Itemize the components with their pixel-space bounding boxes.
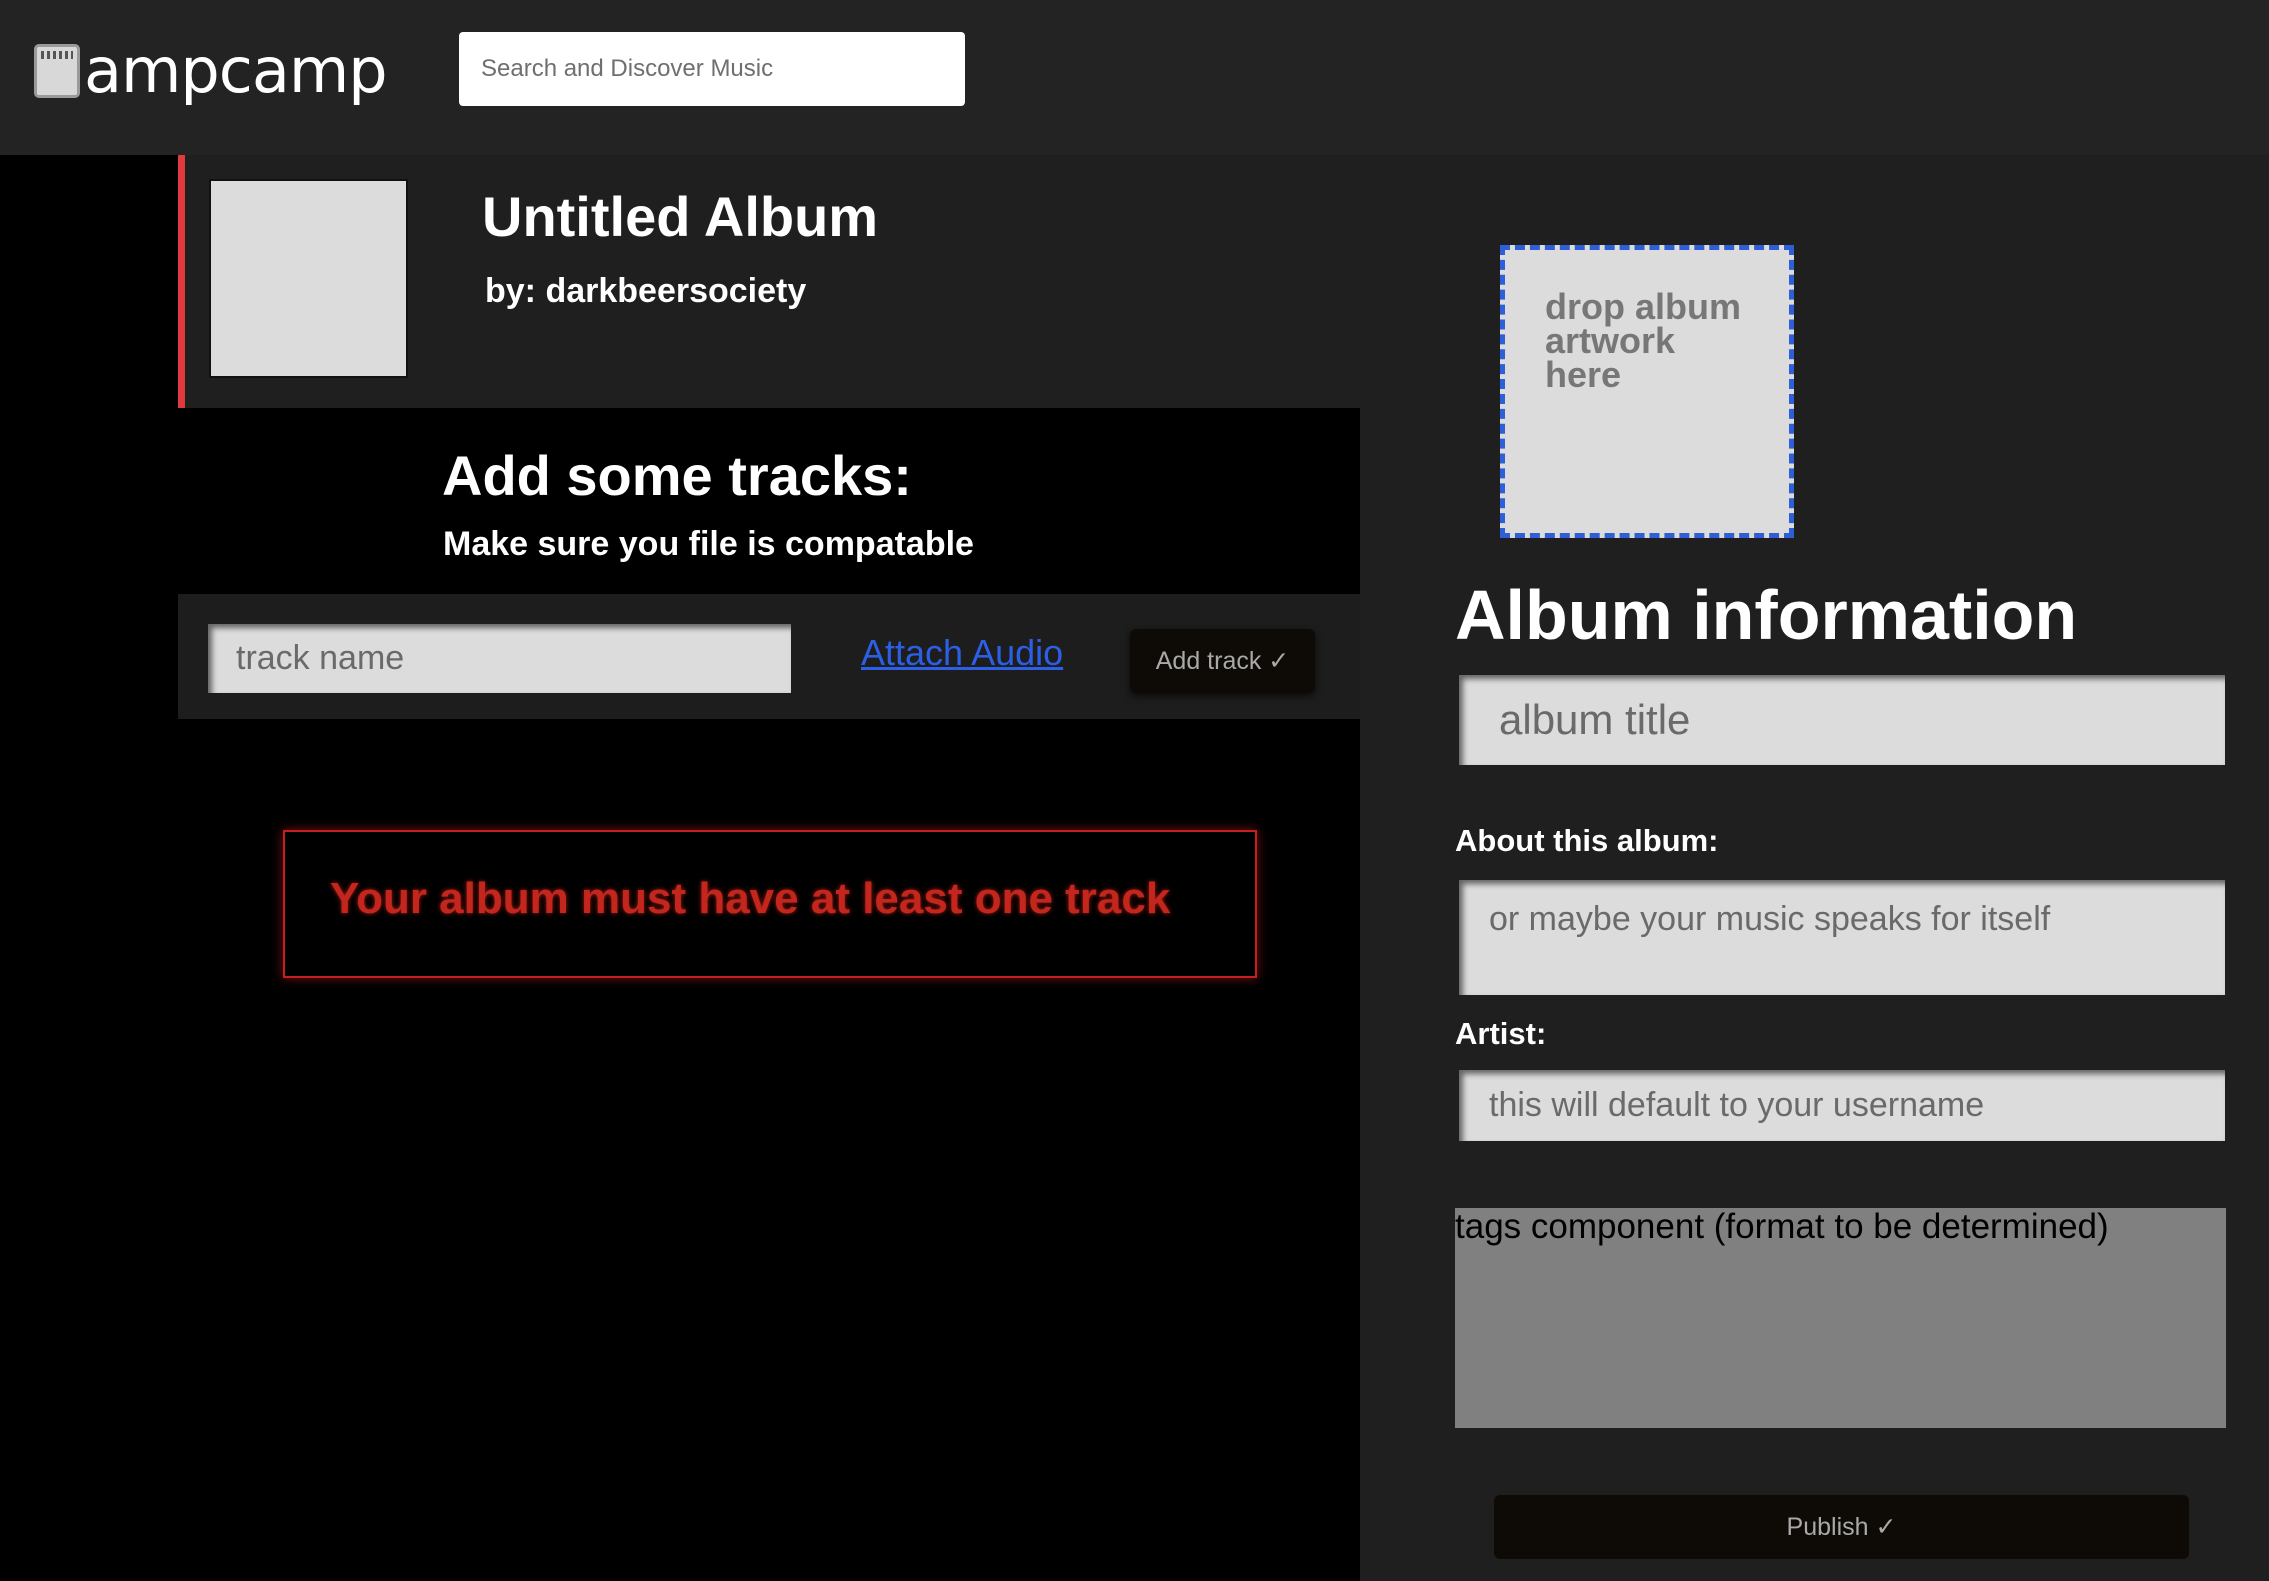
publish-button[interactable]: Publish ✓ <box>1494 1495 2189 1559</box>
album-title-input[interactable] <box>1459 675 2225 765</box>
add-tracks-heading: Add some tracks: <box>442 444 912 507</box>
error-message: Your album must have at least one track <box>330 874 1171 923</box>
artwork-dropzone[interactable]: drop album artwork here <box>1500 245 1794 538</box>
track-name-input[interactable] <box>208 624 791 693</box>
amplifier-icon <box>34 44 80 98</box>
add-tracks-subheading: Make sure you file is compatable <box>443 525 974 563</box>
track-entry-row: Attach Audio Add track ✓ <box>178 594 1360 719</box>
artist-label: Artist: <box>1455 1016 1547 1051</box>
about-album-label: About this album: <box>1455 823 1719 858</box>
album-title: Untitled Album <box>482 185 879 248</box>
album-artwork-thumbnail <box>209 179 408 378</box>
attach-audio-link[interactable]: Attach Audio <box>861 632 1063 674</box>
album-artist-byline: by: darkbeersociety <box>485 272 807 310</box>
top-navigation-bar: ampcamp <box>0 0 2269 155</box>
artist-input[interactable] <box>1459 1070 2225 1141</box>
logo-text: ampcamp <box>84 34 388 107</box>
add-track-button[interactable]: Add track ✓ <box>1130 629 1315 693</box>
error-message-box: Your album must have at least one track <box>283 830 1257 978</box>
album-information-heading: Album information <box>1455 576 2078 654</box>
album-information-panel: drop album artwork here Album informatio… <box>1360 155 2269 1581</box>
search-input[interactable] <box>459 32 965 106</box>
album-header: Untitled Album by: darkbeersociety <box>178 155 1360 408</box>
logo[interactable]: ampcamp <box>34 34 388 107</box>
about-album-textarea[interactable] <box>1459 880 2225 995</box>
tags-component[interactable]: tags component (format to be determined) <box>1455 1207 2226 1428</box>
